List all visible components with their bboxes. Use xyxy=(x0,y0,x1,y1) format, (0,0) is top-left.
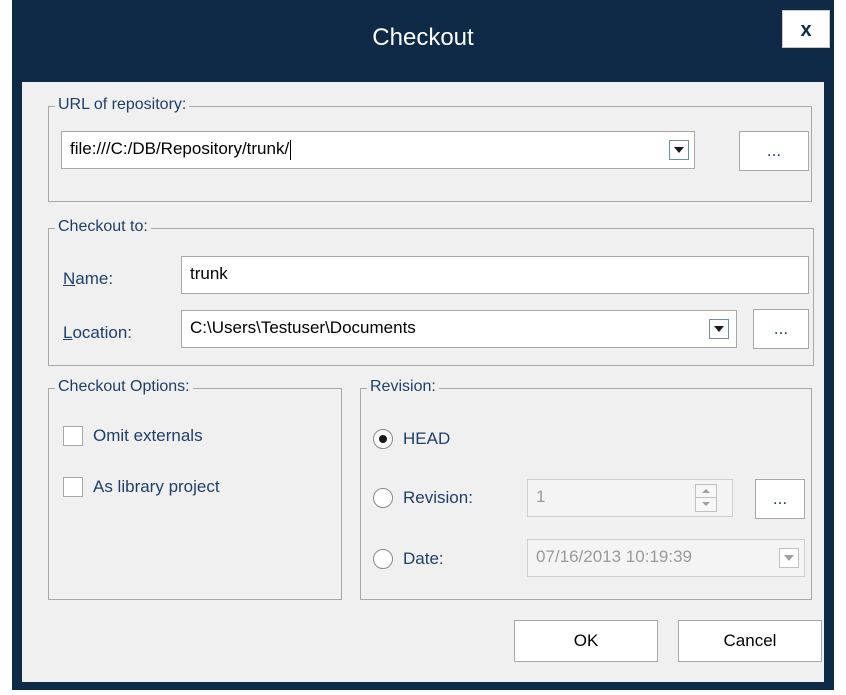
dialog-title: Checkout xyxy=(372,24,474,51)
date-label[interactable]: Date: xyxy=(403,549,444,569)
revision-group: Revision: HEAD Revision: 1 ... Date: 07/… xyxy=(360,378,812,600)
repository-legend: URL of repository: xyxy=(55,96,190,114)
name-label-rest: ame: xyxy=(75,269,114,288)
location-value: C:\Users\Testuser\Documents xyxy=(190,318,416,337)
location-label: Location: xyxy=(63,323,132,343)
repository-url-value: file:///C:/DB/Repository/trunk/ xyxy=(70,139,290,158)
text-caret xyxy=(290,139,292,160)
revision-browse-button[interactable]: ... xyxy=(755,479,805,519)
checkout-dialog: Checkout x URL of repository: file:///C:… xyxy=(12,0,834,690)
cancel-button[interactable]: Cancel xyxy=(678,620,822,662)
date-picker[interactable]: 07/16/2013 10:19:39 xyxy=(527,539,805,577)
spinner-down-icon[interactable] xyxy=(696,498,716,511)
repository-url-combobox[interactable]: file:///C:/DB/Repository/trunk/ xyxy=(61,131,695,169)
head-radio[interactable] xyxy=(373,429,393,449)
revision-label[interactable]: Revision: xyxy=(403,488,473,508)
repository-browse-button[interactable]: ... xyxy=(739,131,809,171)
repository-group: URL of repository: file:///C:/DB/Reposit… xyxy=(48,96,812,202)
omit-externals-checkbox[interactable] xyxy=(63,426,83,446)
head-label[interactable]: HEAD xyxy=(403,429,450,449)
revision-radio[interactable] xyxy=(373,488,393,508)
library-project-checkbox[interactable] xyxy=(63,477,83,497)
chevron-down-icon[interactable] xyxy=(669,140,689,160)
location-combobox[interactable]: C:\Users\Testuser\Documents xyxy=(181,310,737,348)
close-button[interactable]: x xyxy=(782,10,830,48)
library-project-label[interactable]: As library project xyxy=(93,477,220,497)
location-browse-button[interactable]: ... xyxy=(753,309,809,349)
checkout-options-legend: Checkout Options: xyxy=(55,378,193,396)
title-bar[interactable]: Checkout x xyxy=(12,0,834,82)
chevron-down-icon[interactable] xyxy=(779,548,799,568)
name-input[interactable]: trunk xyxy=(181,256,809,294)
checkout-to-legend: Checkout to: xyxy=(55,218,151,236)
dialog-body: URL of repository: file:///C:/DB/Reposit… xyxy=(22,82,824,682)
date-radio[interactable] xyxy=(373,549,393,569)
checkout-options-group: Checkout Options: Omit externals As libr… xyxy=(48,378,342,600)
name-label-mnemonic: N xyxy=(63,269,76,288)
close-icon: x xyxy=(800,19,812,41)
checkout-to-group: Checkout to: Name: trunk Location: C:\Us… xyxy=(48,218,814,366)
revision-spinner[interactable] xyxy=(695,484,717,512)
date-value: 07/16/2013 10:19:39 xyxy=(536,547,692,566)
ok-button[interactable]: OK xyxy=(514,620,658,662)
revision-legend: Revision: xyxy=(367,378,439,396)
chevron-down-icon[interactable] xyxy=(709,319,729,339)
location-label-rest: ocation: xyxy=(72,323,133,342)
spinner-up-icon[interactable] xyxy=(696,485,716,498)
name-label: Name: xyxy=(63,269,113,289)
omit-externals-label[interactable]: Omit externals xyxy=(93,426,203,446)
